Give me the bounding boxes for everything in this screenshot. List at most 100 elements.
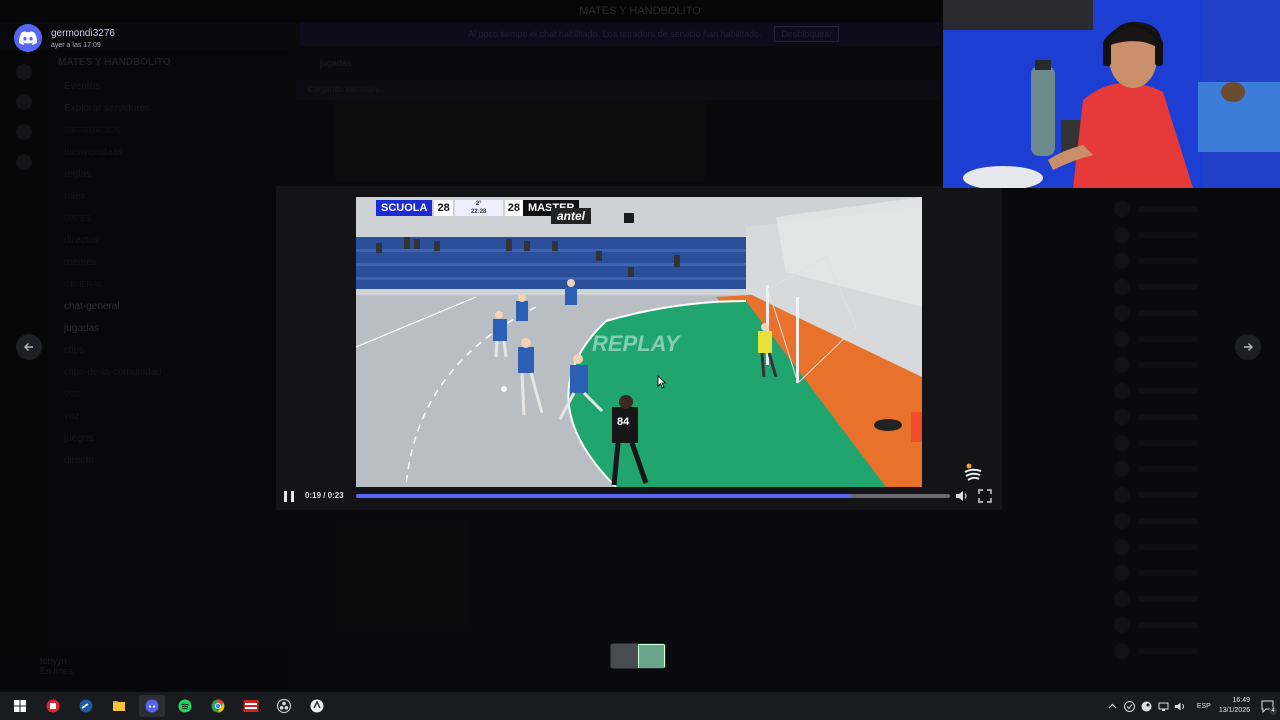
taskbar-steam[interactable] — [73, 695, 99, 717]
member-item[interactable] — [1100, 612, 1280, 638]
member-item[interactable] — [1100, 534, 1280, 560]
channel-category[interactable]: INFORMACIÓN — [48, 120, 288, 142]
home-score: 28 — [434, 200, 453, 216]
member-item[interactable] — [1100, 196, 1280, 222]
server-icon[interactable] — [16, 64, 32, 80]
member-item[interactable] — [1100, 456, 1280, 482]
member-name-placeholder — [1138, 362, 1198, 368]
avatar — [1114, 305, 1130, 321]
media-thumbnail-active[interactable] — [638, 644, 665, 668]
server-icon[interactable] — [16, 124, 32, 140]
notice-banner: Al poco tiempo el chat habilitado. Los t… — [300, 22, 940, 46]
channel-category[interactable]: VOZ — [48, 384, 288, 406]
fullscreen-button[interactable] — [978, 489, 992, 503]
channel-item[interactable]: directo — [48, 450, 288, 472]
uploader-username[interactable]: germondi3276 — [51, 28, 115, 39]
show-hidden-icons-button[interactable] — [1105, 699, 1119, 713]
member-item[interactable] — [1100, 430, 1280, 456]
media-thumbnail[interactable] — [611, 644, 638, 668]
tray-volume[interactable] — [1173, 699, 1187, 713]
channel-item[interactable]: bienvenidaas — [48, 142, 288, 164]
taskbar-discord[interactable] — [138, 695, 165, 717]
member-item[interactable] — [1100, 508, 1280, 534]
channel-item[interactable]: clips-de-la-comunidad — [48, 362, 288, 384]
broadcast-icon — [624, 213, 634, 223]
start-button[interactable] — [7, 695, 33, 717]
screen: MATES Y HANDBOLITO Al poco tiempo el cha… — [0, 0, 1280, 720]
pause-button[interactable] — [282, 490, 296, 504]
channel-item[interactable]: voz — [48, 406, 288, 428]
member-item[interactable] — [1100, 638, 1280, 664]
taskbar-clock[interactable]: 16:49 13/1/2026 — [1219, 696, 1250, 716]
member-item[interactable] — [1100, 300, 1280, 326]
player-number: 84 — [617, 416, 630, 428]
video-player[interactable]: 84 SCUOLA 28 2° 22:28 28 antel REPLAY 0:… — [276, 186, 1002, 510]
taskbar-spotify[interactable] — [172, 695, 198, 717]
member-item[interactable] — [1100, 222, 1280, 248]
channel-list: Eventos Explorar servidores INFORMACIÓN bie… — [48, 76, 288, 472]
server-icon[interactable] — [16, 94, 32, 110]
arrow-right-icon — [1244, 343, 1253, 351]
channel-item[interactable]: directos — [48, 230, 288, 252]
server-icon[interactable] — [16, 154, 32, 170]
taskbar-app-red[interactable] — [40, 695, 66, 717]
notice-banner-button[interactable]: Desbloquear — [774, 26, 840, 42]
member-item[interactable] — [1100, 378, 1280, 404]
member-item[interactable] — [1100, 482, 1280, 508]
video-frame[interactable]: 84 SCUOLA 28 2° 22:28 28 antel REPLAY — [356, 197, 922, 487]
tray-steam[interactable] — [1139, 699, 1153, 713]
member-item[interactable] — [1100, 586, 1280, 612]
channel-category[interactable]: MATES — [48, 208, 288, 230]
taskbar-app-white[interactable] — [304, 695, 330, 717]
tray-network[interactable] — [1156, 699, 1170, 713]
clock-time: 16:49 — [1232, 697, 1250, 704]
avatar — [1114, 279, 1130, 295]
channel-item[interactable]: juegos — [48, 428, 288, 450]
app-red-icon — [46, 699, 59, 713]
seek-bar[interactable] — [356, 494, 950, 498]
taskbar-voicemeeter[interactable] — [238, 695, 264, 717]
mouse-cursor-icon — [657, 375, 667, 389]
webcam-feed — [943, 0, 1280, 188]
previous-media-button[interactable] — [16, 334, 42, 360]
arrow-left-icon — [24, 343, 33, 351]
upload-timestamp: ayer a las 17:09 — [51, 41, 101, 49]
channel-item[interactable]: clips — [48, 340, 288, 362]
member-name-placeholder — [1138, 232, 1198, 238]
avatar — [1114, 565, 1130, 581]
taskbar-obs[interactable] — [271, 695, 297, 717]
home-team: SCUOLA — [376, 200, 433, 216]
input-language[interactable]: ESP — [1197, 703, 1211, 710]
member-item[interactable] — [1100, 274, 1280, 300]
member-name-placeholder — [1138, 206, 1198, 212]
tray-security[interactable] — [1122, 699, 1136, 713]
channel-category[interactable]: GENERAL — [48, 274, 288, 296]
member-name-placeholder — [1138, 310, 1198, 316]
pause-icon — [291, 491, 294, 502]
channel-item[interactable]: Eventos — [48, 76, 288, 98]
channel-item[interactable]: Explorar servidores — [48, 98, 288, 120]
taskbar-file-explorer[interactable] — [106, 695, 132, 717]
avatar — [1114, 643, 1130, 659]
replay-overlay: REPLAY — [592, 331, 680, 356]
uploader-text: germondi3276 ayer a las 17:09 — [51, 28, 115, 49]
period-clock: 2° 22:28 — [454, 200, 503, 216]
notification-center-button[interactable]: 4 — [1258, 697, 1277, 715]
member-item[interactable] — [1100, 248, 1280, 274]
speaker-icon — [956, 491, 963, 501]
taskbar-chrome[interactable] — [205, 695, 231, 717]
next-media-button[interactable] — [1235, 334, 1261, 360]
channel-item[interactable]: roles — [48, 186, 288, 208]
channel-item[interactable]: chat-general — [48, 296, 288, 318]
avatar — [1114, 409, 1130, 425]
server-name[interactable]: MATES Y HANDBOLITO — [48, 50, 288, 76]
channel-item[interactable]: jugadas — [48, 318, 288, 340]
channel-item[interactable]: memes — [48, 252, 288, 274]
volume-button[interactable] — [955, 489, 969, 503]
member-item[interactable] — [1100, 404, 1280, 430]
channel-item[interactable]: reglas — [48, 164, 288, 186]
member-item[interactable] — [1100, 560, 1280, 586]
avatar — [1114, 227, 1130, 243]
network-icon — [1158, 702, 1169, 711]
member-name-placeholder — [1138, 570, 1198, 576]
